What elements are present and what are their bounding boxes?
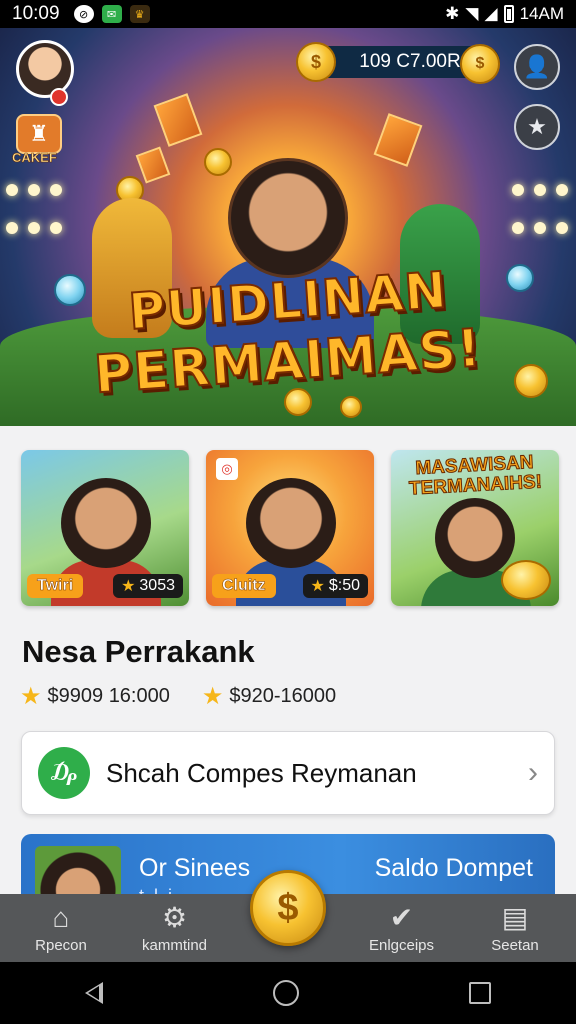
app-logo-icon: ₯ bbox=[38, 747, 90, 799]
section-title: Nesa Perrakank bbox=[22, 634, 255, 669]
deco-coin bbox=[340, 396, 362, 418]
game-card-price-value: $:50 bbox=[328, 577, 360, 594]
game-card-price-value: 3053 bbox=[139, 577, 175, 594]
home-circle-icon[interactable] bbox=[273, 980, 299, 1006]
promo-right-text: Saldo Dompet bbox=[374, 854, 533, 882]
battery-icon bbox=[503, 5, 514, 23]
status-app-icons: ⊘ ✉ ♛ bbox=[73, 5, 150, 23]
deco-card bbox=[135, 146, 171, 184]
deco-coin bbox=[284, 388, 312, 416]
search-card-label: Shcah Compes Reymanan bbox=[106, 757, 417, 788]
game-card[interactable]: MASAWISAN TERMANAIHS! bbox=[391, 450, 559, 606]
badge-star-icon[interactable]: ★ bbox=[514, 104, 560, 150]
balance-value: 109 C7.00R bbox=[359, 51, 461, 72]
nav-label: Enlgceips bbox=[368, 936, 435, 954]
rating-item: ★ $920-16000 bbox=[202, 682, 336, 711]
stadium-lights-right bbox=[506, 178, 576, 258]
deco-card bbox=[153, 93, 203, 147]
nav-item-home[interactable]: ⌂ Rpecon bbox=[16, 901, 106, 954]
stadium-lights-left bbox=[0, 178, 70, 258]
game-card-row: Twiri ★ 3053 ◎ Cluitz ★ $:50 MASAWISAN TER… bbox=[21, 450, 559, 606]
rating-value: $9909 16:000 bbox=[47, 685, 170, 707]
game-app-icon: ♛ bbox=[129, 5, 150, 23]
signal-icon: ◢ bbox=[484, 4, 498, 23]
chevron-right-icon: › bbox=[528, 756, 538, 789]
star-icon: ★ bbox=[310, 578, 325, 595]
ratings-row: ★ $9909 16:000 ★ $920-16000 bbox=[20, 682, 336, 711]
game-card-tag: Cluitz bbox=[212, 574, 276, 598]
status-time: 10:09 bbox=[12, 3, 60, 24]
coin-icon: $ bbox=[296, 42, 336, 82]
hero-person-face bbox=[228, 158, 348, 278]
rating-item: ★ $9909 16:000 bbox=[20, 682, 170, 711]
game-card-title: MASAWISAN TERMANAIHS! bbox=[408, 451, 543, 500]
system-nav-bar bbox=[0, 962, 576, 1024]
gear-icon: ⚙ bbox=[161, 901, 188, 933]
profile-avatar[interactable] bbox=[16, 40, 74, 98]
game-card[interactable]: Twiri ★ 3053 bbox=[21, 450, 189, 606]
chef-label: CAKEF bbox=[12, 150, 57, 166]
star-icon: ★ bbox=[201, 683, 224, 710]
nav-label: Seetan bbox=[491, 936, 539, 954]
game-card-price: ★ 3053 bbox=[113, 574, 183, 598]
deco-card bbox=[373, 113, 423, 167]
rating-value: $920-16000 bbox=[229, 685, 337, 707]
recent-apps-icon[interactable] bbox=[469, 982, 491, 1004]
account-icon[interactable]: 👤 bbox=[514, 44, 560, 90]
status-right: ✱ ◥ ◢ 14AM bbox=[445, 4, 564, 24]
notification-badge bbox=[50, 88, 68, 106]
star-icon: ★ bbox=[20, 683, 42, 710]
card-person bbox=[246, 478, 336, 568]
chat-app-icon: ✉ bbox=[101, 5, 122, 23]
card-corner-icon: ◎ bbox=[216, 458, 238, 480]
card-person bbox=[61, 478, 151, 568]
bluetooth-icon: ✱ bbox=[445, 4, 460, 23]
home-icon: ⌂ bbox=[52, 901, 70, 933]
game-card[interactable]: ◎ Cluitz ★ $:50 bbox=[206, 450, 374, 606]
star-icon: ★ bbox=[121, 578, 136, 595]
wallet-icon: ▤ bbox=[501, 901, 529, 933]
status-clock-right: 14AM bbox=[519, 4, 564, 23]
content-area: Twiri ★ 3053 ◎ Cluitz ★ $:50 MASAWISAN TER… bbox=[0, 426, 576, 914]
coin-icon bbox=[501, 560, 551, 600]
nav-label: kammtind bbox=[141, 936, 208, 954]
nav-item-tasks[interactable]: ✔ Enlgceips bbox=[357, 901, 447, 954]
search-card[interactable]: ₯ Shcah Compes Reymanan › bbox=[21, 731, 555, 815]
nav-label: Rpecon bbox=[35, 936, 87, 954]
chef-hat-icon[interactable]: ♜ bbox=[16, 114, 62, 154]
game-card-price: ★ $:50 bbox=[302, 574, 368, 598]
status-bar: 10:09 ⊘ ✉ ♛ ✱ ◥ ◢ 14AM bbox=[0, 0, 576, 28]
hero-banner[interactable]: PUIDLINAN PERMAIMAS! ♜ CAKEF 109 C7.00R … bbox=[0, 28, 576, 426]
no-disturb-icon: ⊘ bbox=[73, 5, 94, 23]
coin-stack-icon: $ bbox=[460, 44, 500, 84]
game-card-tag: Twiri bbox=[27, 574, 84, 598]
nav-item-wallet[interactable]: ▤ Seetan bbox=[470, 901, 560, 954]
coin-fab-button[interactable]: $ bbox=[250, 870, 326, 946]
nav-item-settings[interactable]: ⚙ kammtind bbox=[130, 901, 220, 954]
deco-coin bbox=[204, 148, 232, 176]
wifi-icon: ◥ bbox=[465, 4, 479, 23]
promo-left-text: Or Sinees bbox=[139, 854, 251, 882]
card-person bbox=[435, 498, 515, 578]
back-icon[interactable] bbox=[85, 982, 103, 1004]
check-circle-icon: ✔ bbox=[389, 901, 414, 933]
